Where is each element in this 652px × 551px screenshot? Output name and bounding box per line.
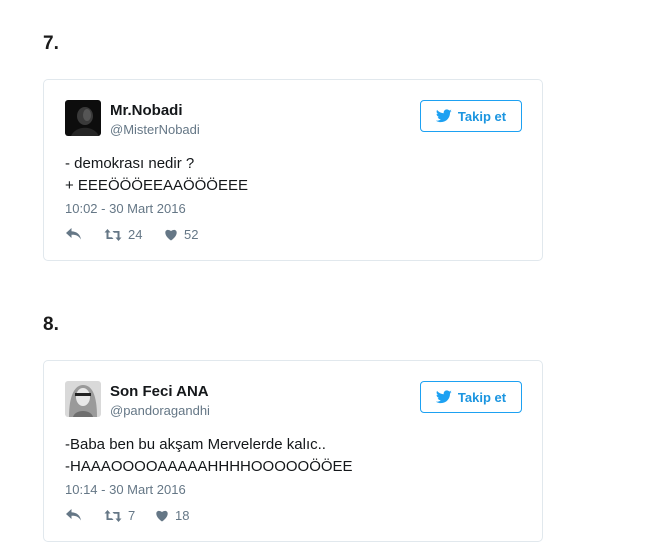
twitter-bird-icon — [435, 390, 452, 404]
like-count: 18 — [175, 508, 190, 523]
retweet-icon — [104, 228, 122, 242]
avatar[interactable] — [65, 100, 101, 136]
tweet-text: -Baba ben bu akşam Mervelerde kalıc.. -H… — [65, 436, 353, 475]
like-count: 52 — [184, 227, 199, 242]
follow-label: Takip et — [457, 389, 507, 405]
tweet-text: - demokrası nedir ? + EEEÖÖÖEEAAÖÖÖEEE — [65, 155, 248, 194]
retweet-icon — [104, 509, 122, 523]
reply-button[interactable] — [65, 227, 82, 241]
display-name[interactable]: Mr.Nobadi — [110, 102, 183, 119]
heart-icon — [164, 228, 178, 241]
twitter-bird-icon — [435, 109, 452, 123]
follow-button[interactable]: Takip et — [420, 100, 522, 132]
reply-icon — [65, 508, 82, 522]
user-handle[interactable]: @pandoragandhi — [110, 403, 210, 418]
retweet-button[interactable]: 7 — [104, 508, 135, 523]
reply-button[interactable] — [65, 508, 82, 522]
follow-label: Takip et — [457, 108, 507, 124]
section-number: 7. — [43, 33, 59, 54]
embedded-tweet: Mr.Nobadi @MisterNobadi Takip et - demok… — [43, 79, 543, 261]
embedded-tweet: Son Feci ANA @pandoragandhi Takip et -Ba… — [43, 360, 543, 542]
retweet-count: 7 — [128, 508, 136, 523]
like-button[interactable]: 18 — [155, 508, 189, 523]
like-button[interactable]: 52 — [164, 227, 198, 242]
avatar[interactable] — [65, 381, 101, 417]
heart-icon — [155, 509, 169, 522]
follow-button[interactable]: Takip et — [420, 381, 522, 413]
display-name[interactable]: Son Feci ANA — [110, 383, 209, 400]
retweet-count: 24 — [128, 227, 143, 242]
reply-icon — [65, 227, 82, 241]
user-handle[interactable]: @MisterNobadi — [110, 122, 200, 137]
section-number: 8. — [43, 314, 59, 335]
retweet-button[interactable]: 24 — [104, 227, 142, 242]
tweet-timestamp[interactable]: 10:02 - 30 Mart 2016 — [65, 201, 186, 216]
tweet-timestamp[interactable]: 10:14 - 30 Mart 2016 — [65, 482, 186, 497]
